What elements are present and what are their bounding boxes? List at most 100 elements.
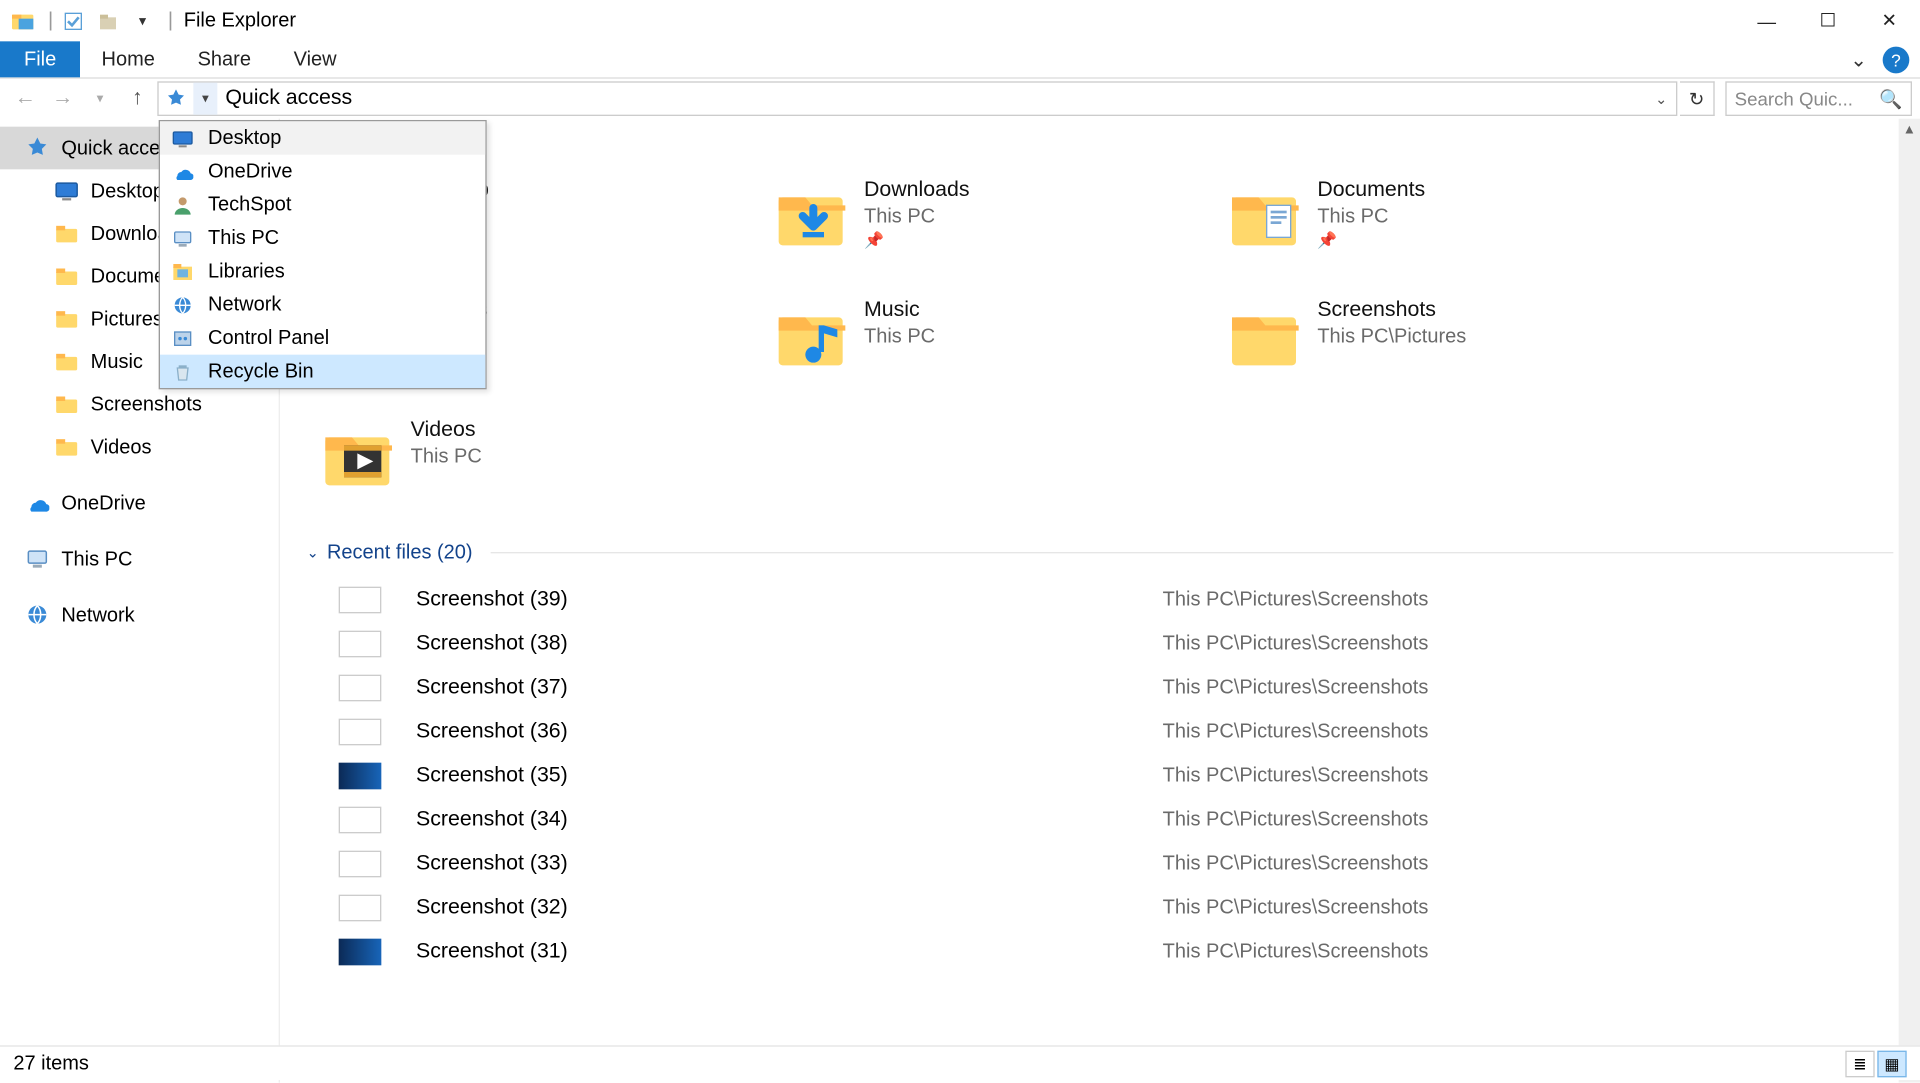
refresh-button[interactable]: ↻ — [1680, 81, 1715, 116]
file-location: This PC\Pictures\Screenshots — [1163, 852, 1429, 875]
nav-item-label: Network — [61, 603, 134, 626]
qat-customize-icon[interactable]: ▾ — [128, 6, 157, 35]
address-dropdown-button[interactable]: ▾ — [193, 83, 217, 115]
recent-file-row[interactable]: Screenshot (33) This PC\Pictures\Screens… — [320, 841, 1920, 885]
maximize-button[interactable]: ☐ — [1797, 0, 1858, 41]
address-history-button[interactable]: ⌄ — [1647, 90, 1676, 107]
help-button[interactable]: ? — [1883, 47, 1910, 74]
dropdown-item-recycle-bin[interactable]: Recycle Bin — [160, 355, 485, 388]
qat-newfolder-icon[interactable] — [93, 6, 122, 35]
network-icon — [171, 293, 195, 317]
recent-file-row[interactable]: Screenshot (35) This PC\Pictures\Screens… — [320, 753, 1920, 797]
dropdown-item-control-panel[interactable]: Control Panel — [160, 321, 485, 354]
nav-item-onedrive[interactable]: OneDrive — [0, 481, 279, 524]
documents-icon — [1227, 179, 1302, 254]
nav-item-network[interactable]: Network — [0, 593, 279, 636]
address-bar[interactable]: ▾ Quick access ⌄ DesktopOneDriveTechSpot… — [157, 81, 1677, 116]
search-box[interactable]: Search Quic... 🔍 — [1725, 81, 1912, 116]
qat-properties-icon[interactable] — [59, 6, 88, 35]
quick-access-icon — [159, 88, 194, 109]
nav-item-label: OneDrive — [61, 491, 145, 514]
search-placeholder: Search Quic... — [1735, 88, 1853, 109]
recent-file-row[interactable]: Screenshot (36) This PC\Pictures\Screens… — [320, 709, 1920, 753]
close-button[interactable]: ✕ — [1859, 0, 1920, 41]
folder-location: This PC — [1317, 205, 1425, 228]
view-details-button[interactable]: ≣ — [1845, 1050, 1874, 1077]
address-dropdown[interactable]: Desktop OneDrive TechSpotThis PC Libraries N… — [159, 120, 487, 389]
nav-up-button[interactable]: ↑ — [120, 81, 155, 116]
status-bar: 27 items ≣ ▦ — [0, 1045, 1920, 1080]
vertical-scrollbar[interactable]: ▲ — [1899, 119, 1920, 1083]
nav-history-button[interactable]: ▾ — [83, 81, 118, 116]
tab-share[interactable]: Share — [176, 41, 272, 77]
status-item-count: 27 items — [13, 1052, 89, 1075]
folder-name: Documents — [1317, 179, 1425, 203]
file-location: This PC\Pictures\Screenshots — [1163, 764, 1429, 787]
frequent-folder-screenshots[interactable]: Screenshots This PC\Pictures — [1227, 293, 1627, 413]
downloads-icon — [773, 179, 848, 254]
dropdown-item-label: Network — [208, 293, 281, 316]
desktop-icon — [171, 126, 195, 150]
folder-name: Videos — [411, 419, 482, 443]
dropdown-item-onedrive[interactable]: OneDrive — [160, 155, 485, 188]
scroll-up-icon[interactable]: ▲ — [1899, 119, 1920, 140]
folder-location: This PC — [864, 325, 935, 348]
dropdown-item-network[interactable]: Network — [160, 288, 485, 321]
nav-forward-button[interactable]: → — [45, 81, 80, 116]
dropdown-item-this-pc[interactable]: This PC — [160, 221, 485, 254]
frequent-folder-music[interactable]: Music This PC — [773, 293, 1173, 413]
recent-file-row[interactable]: Screenshot (39) This PC\Pictures\Screens… — [320, 577, 1920, 621]
frequent-folder-documents[interactable]: Documents This PC 📌 — [1227, 173, 1627, 293]
tab-view[interactable]: View — [272, 41, 358, 77]
folder-icon — [53, 220, 80, 247]
dropdown-item-label: Libraries — [208, 260, 285, 283]
file-name: Screenshot (38) — [416, 631, 1163, 655]
nav-item-this-pc[interactable]: This PC — [0, 537, 279, 580]
frequent-folders-grid: Desktop This PC 📌 Downloads This PC 📌 Do… — [320, 173, 1787, 533]
file-location: This PC\Pictures\Screenshots — [1163, 720, 1429, 743]
tab-home[interactable]: Home — [80, 41, 176, 77]
view-large-icons-button[interactable]: ▦ — [1877, 1050, 1906, 1077]
window-title: File Explorer — [184, 9, 296, 32]
recent-file-row[interactable]: Screenshot (38) This PC\Pictures\Screens… — [320, 621, 1920, 665]
ribbon-expand-button[interactable]: ⌄ — [1840, 41, 1877, 77]
recent-files-list: Screenshot (39) This PC\Pictures\Screens… — [320, 577, 1920, 973]
recent-file-row[interactable]: Screenshot (34) This PC\Pictures\Screens… — [320, 797, 1920, 841]
recent-file-row[interactable]: Screenshot (37) This PC\Pictures\Screens… — [320, 665, 1920, 709]
folder-location: This PC\Pictures — [1317, 325, 1466, 348]
file-location: This PC\Pictures\Screenshots — [1163, 940, 1429, 963]
recent-file-row[interactable]: Screenshot (32) This PC\Pictures\Screens… — [320, 885, 1920, 929]
folder-name: Screenshots — [1317, 299, 1466, 323]
dropdown-item-libraries[interactable]: Libraries — [160, 255, 485, 288]
thispc-icon — [24, 545, 51, 572]
file-name: Screenshot (34) — [416, 807, 1163, 831]
frequent-folder-downloads[interactable]: Downloads This PC 📌 — [773, 173, 1173, 293]
title-bar: | ▾ | File Explorer — ☐ ✕ — [0, 0, 1920, 41]
minimize-button[interactable]: — — [1736, 0, 1797, 41]
nav-back-button[interactable]: ← — [8, 81, 43, 116]
frequent-folder-videos[interactable]: Videos This PC — [320, 413, 720, 533]
folder-location: This PC — [411, 445, 482, 468]
file-location: This PC\Pictures\Screenshots — [1163, 632, 1429, 655]
dropdown-item-label: OneDrive — [208, 160, 292, 183]
file-thumbnail — [339, 718, 382, 745]
dropdown-item-desktop[interactable]: Desktop — [160, 121, 485, 154]
nav-item-videos[interactable]: Videos — [0, 425, 279, 468]
recent-files-header[interactable]: ⌄ Recent files (20) — [307, 541, 1920, 564]
desktop-icon — [53, 177, 80, 204]
nav-item-label: This PC — [61, 547, 132, 570]
file-menu[interactable]: File — [0, 41, 80, 77]
address-location[interactable]: Quick access — [217, 87, 360, 111]
address-row: ← → ▾ ↑ ▾ Quick access ⌄ DesktopOneDrive… — [0, 79, 1920, 119]
folder-name: Music — [864, 299, 935, 323]
nav-item-label: Screenshots — [91, 393, 202, 416]
file-name: Screenshot (35) — [416, 763, 1163, 787]
folder-icon — [53, 433, 80, 460]
recent-file-row[interactable]: Screenshot (31) This PC\Pictures\Screens… — [320, 929, 1920, 973]
dropdown-item-techspot[interactable]: TechSpot — [160, 188, 485, 221]
file-name: Screenshot (33) — [416, 851, 1163, 875]
network-icon — [24, 601, 51, 628]
recent-files-label: Recent files (20) — [327, 541, 473, 564]
nav-item-label: Pictures — [91, 307, 163, 330]
file-location: This PC\Pictures\Screenshots — [1163, 808, 1429, 831]
